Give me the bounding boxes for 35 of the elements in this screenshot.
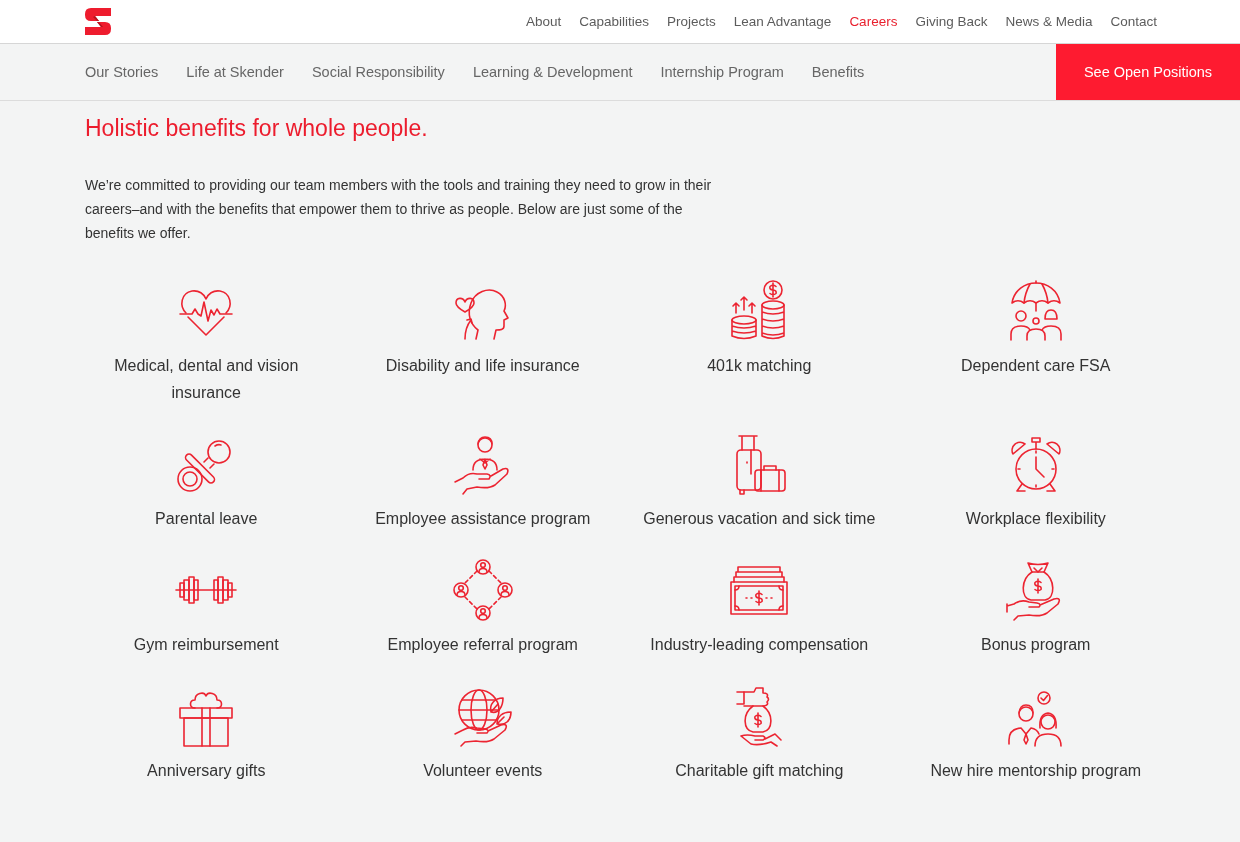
benefit-label: Dependent care FSA — [961, 356, 1111, 376]
benefit-label: New hire mentorship program — [930, 761, 1142, 781]
benefit-label: Volunteer events — [423, 761, 543, 781]
nav-link[interactable]: Careers — [849, 14, 898, 29]
benefit-label: Industry-leading compensation — [650, 635, 869, 655]
nav-link[interactable]: Lean Advantage — [733, 14, 832, 29]
nav-link[interactable]: About — [525, 14, 562, 29]
nav-link[interactable]: Contact — [1110, 14, 1157, 29]
subnav-link[interactable]: Social Responsibility — [311, 64, 445, 80]
subnav-link[interactable]: Our Stories — [85, 64, 159, 80]
section-heading: Holistic benefits for whole people. — [85, 114, 429, 143]
subnav-link[interactable]: Benefits — [811, 64, 865, 80]
open-positions-button[interactable]: See Open Positions — [1056, 44, 1240, 100]
nav-link[interactable]: Projects — [667, 14, 716, 29]
logo[interactable] — [85, 8, 111, 35]
benefit-label: Anniversary gifts — [147, 761, 266, 781]
benefit-label: Employee assistance program — [375, 509, 591, 529]
subnav-link[interactable]: Internship Program — [660, 64, 784, 80]
benefit-label: Gym reimbursement — [133, 635, 279, 655]
nav-link[interactable]: News & Media — [1005, 14, 1093, 29]
benefit-label: Bonus program — [981, 635, 1091, 655]
nav-link[interactable]: Giving Back — [915, 14, 988, 29]
benefit-label: Generous vacation and sick time — [643, 509, 876, 529]
nav-link[interactable]: Capabilities — [579, 14, 649, 29]
people-network-icon — [450, 558, 515, 622]
benefit-label: Disability and life insurance — [385, 356, 580, 376]
intro-paragraph: We’re committed to providing our team members with the tools and training they need to grow in their careers–and with the benefits that empower them to thrive as people. Below are just some of the benefits we offer. — [85, 176, 713, 243]
benefit-label: 401k matching — [707, 356, 812, 376]
benefit-label: Parental leave — [155, 509, 258, 529]
benefit-label: Charitable gift matching — [675, 761, 844, 781]
subnav-link[interactable]: Life at Skender — [186, 64, 284, 80]
benefit-label: Workplace flexibility — [965, 509, 1106, 529]
benefit-label: Employee referral program — [387, 635, 578, 655]
benefit-label: Medical, dental and vision insurance — [113, 356, 300, 403]
subnav-link[interactable]: Learning & Development — [472, 64, 633, 80]
